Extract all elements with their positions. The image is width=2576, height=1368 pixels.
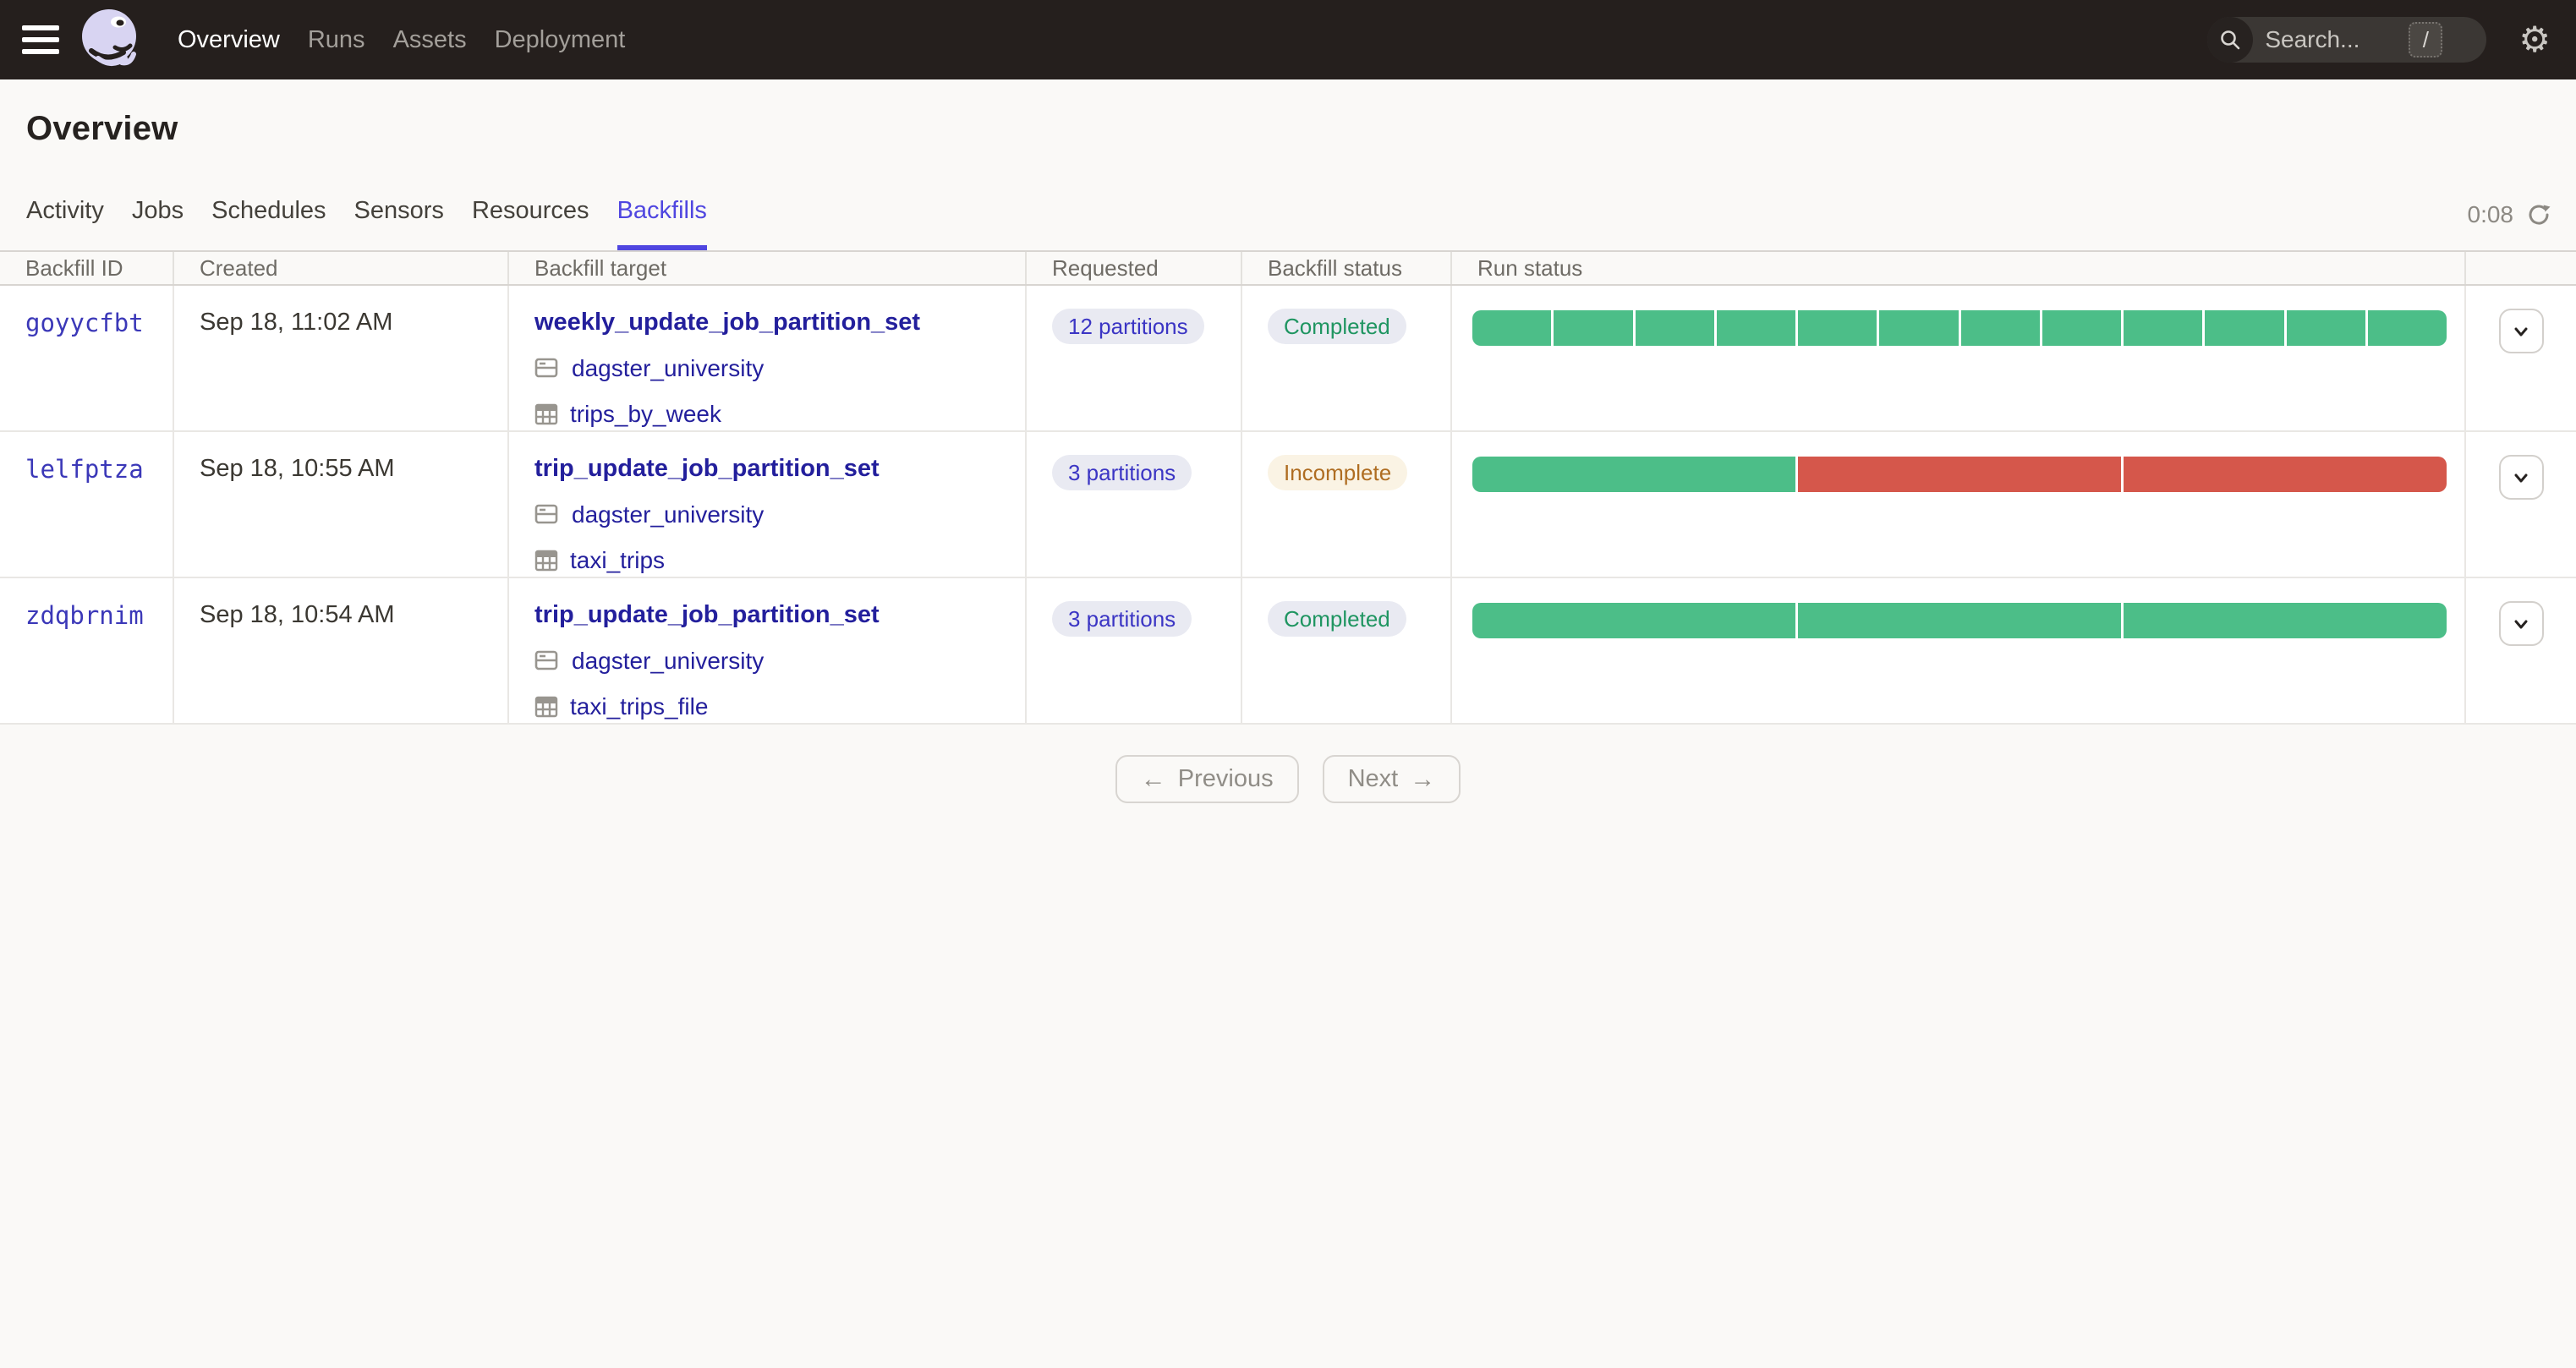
chevron-down-icon <box>2514 473 2528 482</box>
partition-set-icon <box>534 550 558 572</box>
run-status-bar <box>1472 603 2447 638</box>
job-icon <box>534 358 558 378</box>
backfill-status-badge: Completed <box>1268 601 1406 637</box>
run-segment-success[interactable] <box>1472 457 1795 492</box>
partition-set-link[interactable]: taxi_trips_file <box>570 693 708 720</box>
refresh-countdown: 0:08 <box>2467 201 2514 227</box>
run-segment-success[interactable] <box>1635 310 1714 346</box>
backfill-id-link[interactable]: lelfptza <box>25 455 144 484</box>
backfill-id-link[interactable]: zdqbrnim <box>25 601 144 630</box>
run-segment-success[interactable] <box>1472 310 1552 346</box>
table-row: zdqbrnim Sep 18, 10:54 AM trip_update_jo… <box>0 578 2576 725</box>
page-title: Overview <box>26 110 178 147</box>
nav-item-deployment[interactable]: Deployment <box>495 26 626 54</box>
row-actions-button[interactable] <box>2498 309 2544 353</box>
next-page-button[interactable]: Next → <box>1322 755 1461 803</box>
run-segment-success[interactable] <box>1554 310 1633 346</box>
column-header-requested: Requested <box>1027 252 1242 284</box>
chevron-down-icon <box>2514 327 2528 336</box>
job-icon <box>534 504 558 524</box>
run-segment-failure[interactable] <box>2124 457 2447 492</box>
run-segment-success[interactable] <box>2205 310 2284 346</box>
nav-item-assets[interactable]: Assets <box>393 26 467 54</box>
requested-partitions-badge[interactable]: 3 partitions <box>1052 601 1192 637</box>
created-timestamp: Sep 18, 10:54 AM <box>200 601 395 628</box>
tab-resources[interactable]: Resources <box>472 197 589 250</box>
overview-tabs: Activity Jobs Schedules Sensors Resource… <box>26 197 707 250</box>
backfill-target-link[interactable]: weekly_update_job_partition_set <box>534 309 920 337</box>
table-row: lelfptza Sep 18, 10:55 AM trip_update_jo… <box>0 432 2576 578</box>
run-status-bar <box>1472 457 2447 492</box>
backfill-id-link[interactable]: goyycfbt <box>25 309 144 337</box>
run-segment-failure[interactable] <box>1798 457 2121 492</box>
job-icon <box>534 650 558 670</box>
partition-set-icon <box>534 403 558 425</box>
backfill-target-link[interactable]: trip_update_job_partition_set <box>534 601 880 629</box>
arrow-right-icon: → <box>1410 764 1436 793</box>
nav-item-runs[interactable]: Runs <box>308 26 365 54</box>
search-box[interactable]: / <box>2207 17 2487 63</box>
previous-page-button[interactable]: ← Previous <box>1115 755 1299 803</box>
requested-partitions-badge[interactable]: 12 partitions <box>1052 309 1204 344</box>
column-header-created: Created <box>174 252 509 284</box>
run-segment-success[interactable] <box>2367 310 2447 346</box>
tab-jobs[interactable]: Jobs <box>132 197 184 250</box>
run-segment-success[interactable] <box>1716 310 1795 346</box>
run-segment-success[interactable] <box>1472 603 1795 638</box>
dagster-logo[interactable] <box>78 7 144 73</box>
backfills-table: Backfill ID Created Backfill target Requ… <box>0 250 2576 725</box>
refresh-icon[interactable] <box>2525 201 2552 228</box>
table-row: goyycfbt Sep 18, 11:02 AM weekly_update_… <box>0 286 2576 432</box>
run-segment-success[interactable] <box>2124 603 2447 638</box>
arrow-left-icon: ← <box>1140 764 1166 793</box>
run-segment-success[interactable] <box>2042 310 2121 346</box>
gear-icon[interactable]: ⚙ <box>2518 22 2551 57</box>
tab-schedules[interactable]: Schedules <box>211 197 326 250</box>
requested-partitions-badge[interactable]: 3 partitions <box>1052 455 1192 490</box>
run-segment-success[interactable] <box>1798 310 1877 346</box>
backfill-target-link[interactable]: trip_update_job_partition_set <box>534 455 880 483</box>
created-timestamp: Sep 18, 10:55 AM <box>200 455 395 482</box>
created-timestamp: Sep 18, 11:02 AM <box>200 309 393 336</box>
row-actions-button[interactable] <box>2498 601 2544 646</box>
tab-sensors[interactable]: Sensors <box>354 197 444 250</box>
column-header-run-status: Run status <box>1452 252 2466 284</box>
backfill-status-badge: Incomplete <box>1268 455 1408 490</box>
run-segment-success[interactable] <box>1798 603 2121 638</box>
run-segment-success[interactable] <box>1879 310 1959 346</box>
top-navigation-bar: Overview Runs Assets Deployment / ⚙ <box>0 0 2576 79</box>
column-header-backfill-target: Backfill target <box>509 252 1027 284</box>
run-segment-success[interactable] <box>2286 310 2365 346</box>
code-location-link[interactable]: dagster_university <box>572 648 764 675</box>
partition-set-link[interactable]: taxi_trips <box>570 547 665 574</box>
column-header-backfill-id: Backfill ID <box>0 252 174 284</box>
search-icon <box>2207 17 2254 63</box>
partition-set-link[interactable]: trips_by_week <box>570 401 721 428</box>
tab-backfills[interactable]: Backfills <box>617 197 707 250</box>
code-location-link[interactable]: dagster_university <box>572 355 764 382</box>
tab-activity[interactable]: Activity <box>26 197 104 250</box>
slash-shortcut-key: / <box>2409 22 2443 57</box>
search-input[interactable] <box>2265 26 2409 53</box>
backfill-status-badge: Completed <box>1268 309 1406 344</box>
partition-set-icon <box>534 696 558 718</box>
hamburger-menu-icon[interactable] <box>22 25 59 54</box>
run-segment-success[interactable] <box>1960 310 2040 346</box>
run-segment-success[interactable] <box>2124 310 2203 346</box>
run-status-bar <box>1472 310 2447 346</box>
primary-nav: Overview Runs Assets Deployment <box>178 26 625 54</box>
row-actions-button[interactable] <box>2498 455 2544 500</box>
nav-item-overview[interactable]: Overview <box>178 26 280 54</box>
table-header-row: Backfill ID Created Backfill target Requ… <box>0 250 2576 286</box>
column-header-backfill-status: Backfill status <box>1242 252 1452 284</box>
pagination: ← Previous Next → <box>0 755 2576 803</box>
code-location-link[interactable]: dagster_university <box>572 501 764 528</box>
chevron-down-icon <box>2514 620 2528 628</box>
